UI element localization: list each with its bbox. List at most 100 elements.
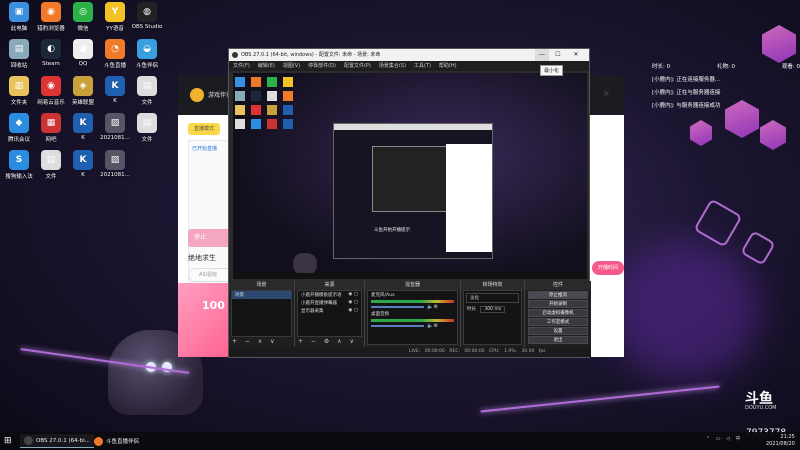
desktop-icon-label: 搜狗输入法: [5, 174, 33, 180]
app-icon: K: [105, 76, 125, 96]
desktop-icon[interactable]: ▣ 此电脑: [2, 2, 36, 32]
windows-start-icon[interactable]: ⊞: [4, 435, 16, 447]
mixer-channels[interactable]: 麦克风/Aux 🔈⚙ 桌面音频 🔈⚙: [367, 290, 458, 345]
overlay-stat: 时长: 0: [652, 64, 671, 70]
close-icon[interactable]: ×: [603, 89, 610, 98]
desktop-icon[interactable]: ▥ 文件夹: [2, 76, 36, 106]
minimize-button[interactable]: —: [535, 49, 549, 61]
clock-date: 2021/08/20: [766, 441, 795, 447]
obs-titlebar[interactable]: OBS 27.0.1 (64-bit, windows) - 配置文件: 未命 …: [229, 49, 589, 61]
menu-item[interactable]: 配置文件(P): [344, 61, 371, 71]
app-icon: ◍: [137, 2, 157, 22]
preview-desktop-icons: [235, 77, 295, 217]
volume-slider[interactable]: [371, 306, 425, 308]
control-button[interactable]: 工作室模式: [528, 318, 588, 326]
game-category: 绝地求生: [188, 254, 216, 262]
desktop-icon[interactable]: ◉ 网易云音乐: [34, 76, 68, 106]
desktop-icon[interactable]: ▤ 文件: [34, 150, 68, 180]
menu-item[interactable]: 编辑(E): [258, 61, 275, 71]
transition-select[interactable]: 淡化: [466, 293, 519, 303]
scenes-list[interactable]: 场景: [231, 290, 292, 337]
sources-toolbar[interactable]: + − ⚙ ∧ ∨: [295, 337, 364, 347]
desktop-icon-label: 2021081...: [100, 172, 130, 178]
desktop-icon-label: 文件: [141, 100, 153, 106]
desktop-icon[interactable]: ◉ 猎豹浏览器: [34, 2, 68, 32]
desktop-icon[interactable]: ▨ 2021081...: [98, 113, 132, 141]
app-icon: ◕: [73, 39, 93, 59]
visibility-icon[interactable]: ◉ ▢: [348, 300, 358, 305]
desktop-icon[interactable]: ▤ 文件: [130, 113, 164, 143]
control-button[interactable]: 启动虚拟摄像机: [528, 309, 588, 317]
control-button[interactable]: 设置: [528, 327, 588, 335]
desktop-icon[interactable]: ◕ QQ: [66, 39, 100, 67]
control-button[interactable]: 开始录制: [528, 300, 588, 308]
desktop-icon[interactable]: S 搜狗输入法: [2, 150, 36, 180]
app-icon: ▦: [41, 113, 61, 133]
menu-item[interactable]: 工具(T): [414, 61, 431, 71]
desktop-icon[interactable]: KK: [98, 76, 132, 104]
overlay-stat: 礼物: 0: [716, 64, 736, 70]
visibility-icon[interactable]: ◉ ▢: [348, 308, 358, 313]
live-status-text: 已开始直播: [192, 146, 218, 152]
desktop-icon[interactable]: ◒ 斗鱼伴侣: [130, 39, 164, 69]
overlay-stats: 时长: 0 礼物: 0 观看: 0: [652, 62, 800, 70]
desktop-icon[interactable]: ◍ OBS Studio: [130, 2, 164, 30]
speaker-icon[interactable]: 🔈⚙: [427, 304, 438, 310]
overlay-messages: [小鹿内]: 正在连接服务器... [小鹿内]: 正在与服务器连接 [小鹿内]: 与…: [652, 75, 800, 109]
taskbar-app[interactable]: OBS 27.0.1 (64-bi...: [20, 434, 94, 448]
speaker-icon[interactable]: 🔈⚙: [427, 323, 438, 329]
mode-tag[interactable]: 直播模式: [188, 123, 220, 135]
controls-title: 控件: [525, 281, 591, 290]
control-button[interactable]: 停止推流: [528, 291, 588, 299]
menu-item[interactable]: 帮助(H): [439, 61, 457, 71]
desktop-icon-label: 文件: [45, 174, 57, 180]
desktop-icon[interactable]: ▤ 回收站: [2, 39, 36, 69]
maximize-button[interactable]: ☐: [551, 49, 565, 61]
obs-preview[interactable]: 斗鱼开始开播提示: [233, 73, 587, 279]
desktop-icon[interactable]: ◈ 英雄联盟: [66, 76, 100, 106]
source-item[interactable]: 显示器采集 ◉ ▢: [298, 307, 361, 315]
desktop-icon[interactable]: ▨ 2021081...: [98, 150, 132, 178]
obs-window[interactable]: OBS 27.0.1 (64-bit, windows) - 配置文件: 未命 …: [228, 48, 591, 358]
mixer-title: 混音器: [365, 281, 460, 290]
scenes-toolbar[interactable]: + − ∧ ∨: [229, 337, 294, 347]
desktop-icon[interactable]: Y YY语音: [98, 2, 132, 32]
desktop-icon[interactable]: ▦ 网吧: [34, 113, 68, 143]
control-button[interactable]: 退出: [528, 336, 588, 344]
desktop-icon[interactable]: ◎ 微信: [66, 2, 100, 32]
volume-slider[interactable]: [371, 325, 425, 327]
taskbar-app-icon: [94, 436, 103, 446]
desktop-icon-label: Steam: [42, 61, 60, 67]
desktop-icon[interactable]: KK: [66, 113, 100, 141]
scene-item[interactable]: 场景: [232, 291, 291, 299]
close-button[interactable]: ✕: [569, 49, 583, 61]
obs-window-title: OBS 27.0.1 (64-bit, windows) - 配置文件: 未命 …: [241, 52, 381, 58]
source-item[interactable]: 小鹿开播模板提示语 ◉ ▢: [298, 291, 361, 299]
app-icon: ◒: [137, 39, 157, 59]
system-tray[interactable]: ⌃ ▭ ◁ 中: [706, 435, 743, 442]
taskbar-clock[interactable]: 21:25 2021/08/20: [766, 434, 795, 448]
menu-item[interactable]: 文件(F): [233, 61, 250, 71]
desktop-icon-label: 斗鱼伴侣: [135, 63, 158, 69]
mixer-channel: 麦克风/Aux 🔈⚙: [368, 291, 457, 310]
live-timer-button[interactable]: 开播时间: [592, 261, 624, 275]
desktop-icon[interactable]: ◐ Steam: [34, 39, 68, 67]
client-logo-icon: [190, 88, 204, 102]
desktop-icon-label: 猎豹浏览器: [37, 26, 65, 32]
menu-item[interactable]: 停靠部件(D): [308, 61, 336, 71]
desktop-icon[interactable]: ◆ 腾讯会议: [2, 113, 36, 143]
menu-item[interactable]: 场景集合(S): [379, 61, 406, 71]
source-item[interactable]: 小鹿开直播弹幕器 ◉ ▢: [298, 299, 361, 307]
desktop-icon[interactable]: ▤ 文件: [130, 76, 164, 106]
duration-input[interactable]: 300 ms: [480, 306, 506, 313]
taskbar-app[interactable]: 斗鱼直播伴侣: [90, 434, 143, 448]
menu-item[interactable]: 视图(V): [283, 61, 300, 71]
desktop-icon-label: K: [81, 172, 85, 178]
desktop-icon[interactable]: KK: [66, 150, 100, 178]
douyu-domain: DOUYU.COM: [745, 405, 777, 411]
sources-list[interactable]: 小鹿开播模板提示语 ◉ ▢ 小鹿开直播弹幕器 ◉ ▢ 显示器采集 ◉ ▢: [297, 290, 362, 337]
app-icon: K: [73, 150, 93, 170]
visibility-icon[interactable]: ◉ ▢: [348, 292, 358, 297]
desktop-icon[interactable]: ◔ 斗鱼直播: [98, 39, 132, 69]
app-icon: ◔: [105, 39, 125, 59]
